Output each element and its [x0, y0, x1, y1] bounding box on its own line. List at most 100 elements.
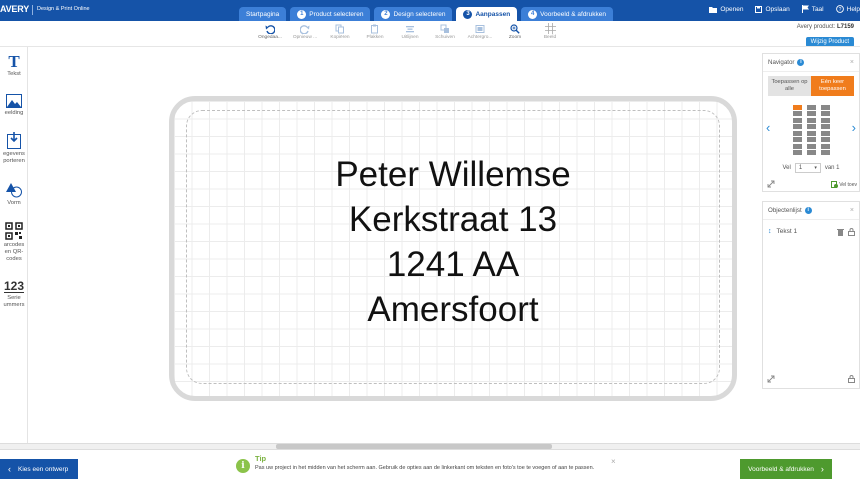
slide-dropdown[interactable]: Schuiven: [430, 22, 460, 46]
drag-handle-icon[interactable]: ↕: [768, 228, 772, 235]
close-icon[interactable]: ×: [611, 457, 616, 466]
object-row[interactable]: ↕ Tekst 1: [763, 220, 859, 243]
info-icon[interactable]: i: [804, 207, 812, 214]
sidebar-item-shape[interactable]: Vorm: [0, 182, 28, 207]
sidebar-item-text[interactable]: T Tekst: [0, 53, 28, 78]
info-icon[interactable]: i: [797, 59, 805, 66]
lock-icon[interactable]: [848, 375, 855, 383]
tab-aanpassen[interactable]: 3 Aanpassen: [456, 7, 518, 21]
view-dropdown[interactable]: Beeld: [535, 22, 565, 46]
label-cell[interactable]: [821, 137, 830, 143]
avery-logo[interactable]: AVERY: [0, 4, 29, 14]
chevron-left-icon: ‹: [8, 464, 11, 474]
tab-voorbeeld-afdrukken[interactable]: 4 Voorbeeld & afdrukken: [521, 7, 613, 21]
align-dropdown[interactable]: Uitlijnen: [395, 22, 425, 46]
lock-icon[interactable]: [848, 228, 855, 236]
label-cell[interactable]: [807, 143, 816, 149]
label-cell[interactable]: [807, 111, 816, 117]
label-cell[interactable]: [793, 104, 802, 110]
sidebar-item-label: porteren: [3, 158, 25, 164]
tab-startpagina[interactable]: Startpagina: [239, 7, 287, 21]
help-link[interactable]: ? Help: [835, 5, 860, 13]
label-cell[interactable]: [807, 150, 816, 156]
label-cell[interactable]: [793, 150, 802, 156]
label-cell[interactable]: [793, 111, 802, 117]
language-link[interactable]: Taal: [801, 5, 824, 13]
objects-header: Objectenlijst i ×: [763, 202, 859, 220]
label-cell[interactable]: [793, 130, 802, 136]
header-links: Openen Opslaan Taal ? Help: [697, 5, 860, 13]
chevron-right-icon[interactable]: ›: [852, 120, 856, 135]
sidebar-item-import[interactable]: egevens porteren: [0, 132, 28, 165]
label-cell[interactable]: [821, 143, 830, 149]
edit-toolbar: Ongedaa... Opnieuw ... Kopiëren Plakken …: [255, 22, 570, 46]
tab-label: Product selecteren: [309, 10, 364, 18]
right-panel: Navigator i × Toepassen op alle Eén keer…: [762, 53, 860, 389]
sheet-thumbnail[interactable]: [792, 104, 831, 158]
apply-once-button[interactable]: Eén keer toepassen: [811, 76, 854, 96]
navigator-footer: Vel toev: [763, 178, 859, 191]
save-label: Opslaan: [765, 5, 790, 13]
expand-icon[interactable]: [767, 375, 775, 383]
tab-product-selecteren[interactable]: 1 Product selecteren: [290, 7, 371, 21]
trash-icon[interactable]: [837, 228, 844, 236]
chevron-left-icon[interactable]: ‹: [766, 120, 770, 135]
label-cell[interactable]: [793, 117, 802, 123]
sidebar-item-label: en QR-: [4, 249, 24, 255]
align-label: Uitlijnen: [401, 35, 419, 40]
label-cell[interactable]: [807, 117, 816, 123]
undo-button[interactable]: Ongedaa...: [255, 22, 285, 46]
choose-design-button[interactable]: ‹ Kies een ontwerp: [0, 459, 78, 479]
label-cell[interactable]: [807, 130, 816, 136]
label-cell[interactable]: [821, 111, 830, 117]
copy-button[interactable]: Kopiëren: [325, 22, 355, 46]
label-cell[interactable]: [807, 124, 816, 130]
sidebar-item-image[interactable]: eelding: [0, 94, 28, 117]
expand-icon[interactable]: [767, 180, 775, 188]
redo-label: Opnieuw ...: [292, 35, 318, 40]
sidebar-item-label: eelding: [4, 110, 24, 116]
label-cell[interactable]: [807, 104, 816, 110]
preview-print-button[interactable]: Voorbeeld & afdrukken ›: [740, 459, 832, 479]
sidebar-item-label: ummers: [3, 302, 25, 308]
zoom-button[interactable]: Zoom: [500, 22, 530, 46]
step-number: 3: [463, 9, 473, 19]
import-icon: [7, 132, 21, 149]
slide-label: Schuiven: [435, 35, 455, 40]
sidebar-item-serial[interactable]: 123 Serie ummers: [0, 280, 28, 309]
label-cell[interactable]: [807, 137, 816, 143]
redo-button[interactable]: Opnieuw ...: [290, 22, 320, 46]
sidebar-item-label: Serie: [7, 295, 21, 301]
undo-label: Ongedaa...: [258, 35, 282, 40]
sheet-pager: Vel 1 ▾ van 1: [763, 160, 859, 178]
qr-icon: [5, 222, 23, 240]
save-link[interactable]: Opslaan: [755, 5, 790, 13]
paste-icon: [371, 24, 378, 33]
label-cell[interactable]: [821, 130, 830, 136]
open-link[interactable]: Openen: [709, 5, 743, 13]
zoom-icon: [510, 23, 520, 34]
step-number: 1: [297, 9, 307, 19]
add-sheet-button[interactable]: Vel toev: [831, 181, 857, 188]
help-icon: ?: [835, 5, 844, 13]
label-cell[interactable]: [793, 137, 802, 143]
undo-icon: [265, 24, 275, 34]
slide-icon: [440, 24, 449, 33]
text-object[interactable]: Peter Willemse Kerkstraat 13 1241 AA Ame…: [186, 152, 720, 332]
sheet-select[interactable]: 1 ▾: [794, 163, 821, 173]
bottom-bar: ‹ Kies een ontwerp i Tip Pas uw project …: [0, 449, 860, 484]
label-cell[interactable]: [821, 117, 830, 123]
label-cell[interactable]: [793, 143, 802, 149]
close-icon[interactable]: ×: [850, 59, 854, 66]
tab-design-selecteren[interactable]: 2 Design selecteren: [374, 7, 453, 21]
navigator-header: Navigator i ×: [763, 54, 859, 72]
sidebar-item-barcodes[interactable]: arcodes en QR- codes: [0, 222, 28, 263]
apply-all-button[interactable]: Toepassen op alle: [768, 76, 811, 96]
label-cell[interactable]: [821, 150, 830, 156]
background-button[interactable]: Achtergro...: [465, 22, 495, 46]
paste-button[interactable]: Plakken: [360, 22, 390, 46]
label-cell[interactable]: [821, 124, 830, 130]
close-icon[interactable]: ×: [850, 207, 854, 214]
label-cell[interactable]: [793, 124, 802, 130]
label-cell[interactable]: [821, 104, 830, 110]
